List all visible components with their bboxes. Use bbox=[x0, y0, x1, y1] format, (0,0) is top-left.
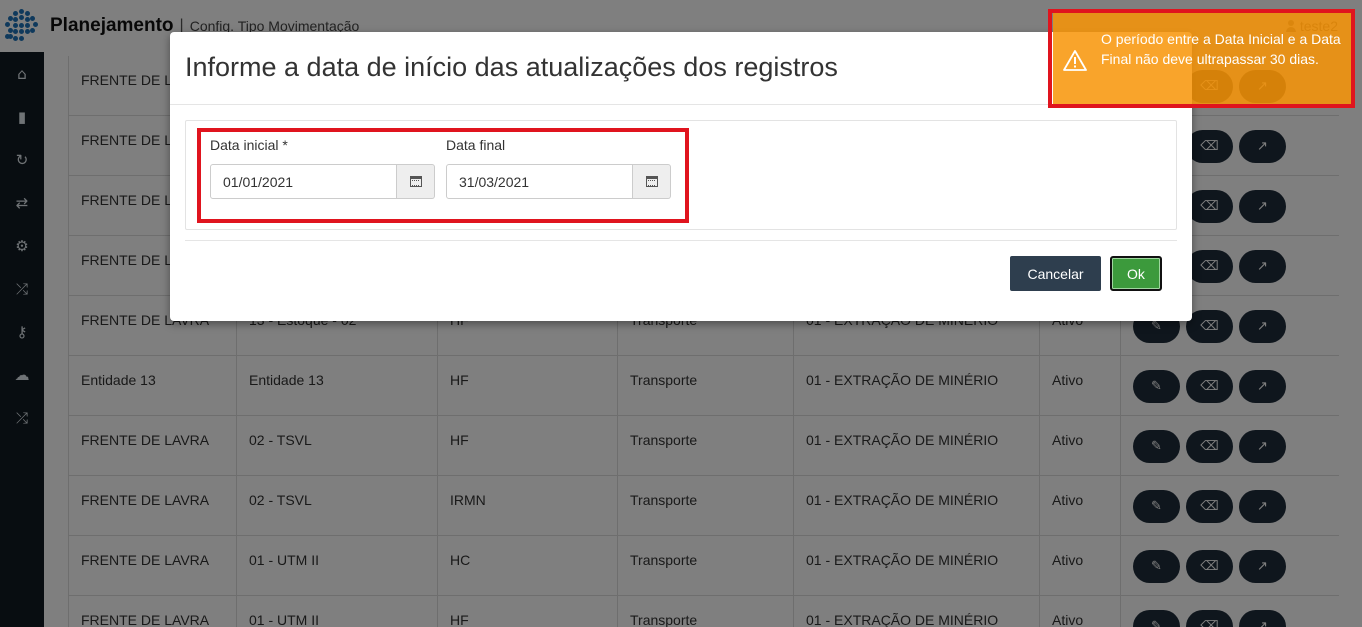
date-fields-highlight bbox=[197, 128, 689, 223]
cancel-button[interactable]: Cancelar bbox=[1010, 256, 1101, 291]
modal-divider bbox=[170, 104, 1192, 105]
ok-button[interactable]: Ok bbox=[1110, 256, 1162, 291]
modal-title: Informe a data de início das atualizaçõe… bbox=[185, 52, 838, 82]
modal-footer-divider bbox=[185, 240, 1177, 241]
toast-highlight bbox=[1048, 9, 1355, 108]
